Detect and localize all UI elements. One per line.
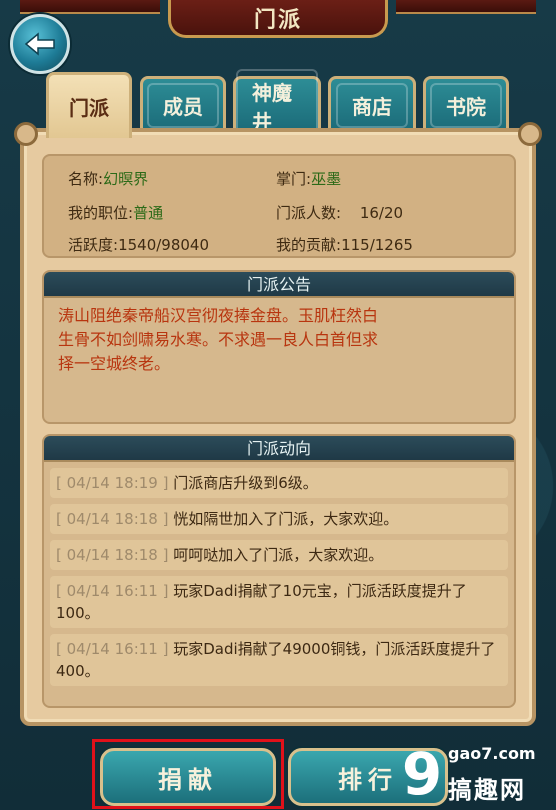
tab-label: 门派 xyxy=(69,96,109,120)
tab-label: 成员 xyxy=(147,83,219,128)
watermark-url: gao7.com xyxy=(448,744,536,763)
sect-name-label: 名称: xyxy=(68,170,104,188)
leader-row: 掌门:巫墨 xyxy=(276,168,341,189)
tab-demon-well[interactable]: 神魔井 xyxy=(233,68,321,143)
feed-item: [ 04/14 18:18 ] 呵呵哒加入了门派，大家欢迎。 xyxy=(50,540,508,570)
tab-label: 书院 xyxy=(430,83,502,128)
position-row: 我的职位:普通 xyxy=(68,202,163,223)
contribution-row: 我的贡献:115/1265 xyxy=(276,234,413,255)
tab-members[interactable]: 成员 xyxy=(140,76,226,132)
feed-item: [ 04/14 16:11 ] 玩家Dadi捐献了10元宝，门派活跃度提升了10… xyxy=(50,576,508,628)
contribution-label: 我的贡献: xyxy=(276,236,342,254)
watermark-logo-icon: 9 xyxy=(401,740,443,808)
banner-wing-left xyxy=(20,0,160,14)
notice-line: 涛山阻绝秦帝船汉宫彻夜捧金盘。玉肌枉然白 xyxy=(58,306,379,325)
tab-sect[interactable]: 门派 xyxy=(46,72,132,138)
back-arrow-icon xyxy=(24,32,55,56)
feed-item: [ 04/14 18:19 ] 门派商店升级到6级。 xyxy=(50,468,508,498)
notice-title: 门派公告 xyxy=(44,272,514,298)
banner-wing-right xyxy=(396,0,536,14)
member-count-value: 16/20 xyxy=(359,204,404,222)
activity-label: 活跃度: xyxy=(68,236,119,254)
sect-info-box: 名称:幻暝界 掌门:巫墨 我的职位:普通 门派人数: 16/20 活跃度:154… xyxy=(42,154,516,258)
member-count-row: 门派人数: 16/20 xyxy=(276,202,403,223)
activity-value: 1540/98040 xyxy=(118,236,210,254)
position-label: 我的职位: xyxy=(68,204,134,222)
back-button[interactable] xyxy=(10,14,70,74)
leader-label: 掌门: xyxy=(276,170,312,188)
title-banner: 门派 xyxy=(168,0,388,38)
feed-title: 门派动向 xyxy=(44,436,514,462)
member-count-label: 门派人数: xyxy=(276,204,342,222)
page-title: 门派 xyxy=(253,7,302,33)
feed-item: [ 04/14 16:11 ] 玩家Dadi捐献了49000铜钱，门派活跃度提升… xyxy=(50,634,508,686)
ranking-label: 排行 xyxy=(338,765,398,794)
activity-row: 活跃度:1540/98040 xyxy=(68,234,209,255)
activity-feed-section: 门派动向 [ 04/14 18:19 ] 门派商店升级到6级。 [ 04/14 … xyxy=(42,434,516,708)
feed-time: [ 04/14 18:18 ] xyxy=(56,546,169,564)
notice-text: 涛山阻绝秦帝船汉宫彻夜捧金盘。玉肌枉然白 生骨不如剑啸易水寒。不求遇一良人白首但… xyxy=(44,298,514,382)
feed-text: 恍如隔世加入了门派，大家欢迎。 xyxy=(173,510,399,528)
sect-name-row: 名称:幻暝界 xyxy=(68,168,148,189)
notice-line: 择一空城终老。 xyxy=(58,354,171,373)
feed-time: [ 04/14 16:11 ] xyxy=(56,582,169,600)
feed-item: [ 04/14 18:18 ] 恍如隔世加入了门派，大家欢迎。 xyxy=(50,504,508,534)
tab-label: 商店 xyxy=(336,83,408,128)
notice-line: 生骨不如剑啸易水寒。不求遇一良人白首但求 xyxy=(58,330,379,349)
main-panel: 名称:幻暝界 掌门:巫墨 我的职位:普通 门派人数: 16/20 活跃度:154… xyxy=(14,122,542,726)
contribution-value: 115/1265 xyxy=(341,236,413,254)
leader-value: 巫墨 xyxy=(311,170,342,188)
feed-text: 门派商店升级到6级。 xyxy=(173,474,318,492)
feed-time: [ 04/14 16:11 ] xyxy=(56,640,169,658)
tab-shop[interactable]: 商店 xyxy=(328,76,416,132)
sect-name-value: 幻暝界 xyxy=(103,170,149,188)
position-value: 普通 xyxy=(133,204,164,222)
highlight-box xyxy=(92,739,284,809)
feed-time: [ 04/14 18:19 ] xyxy=(56,474,169,492)
site-watermark: 9 gao7.com 搞趣网 xyxy=(400,742,550,808)
notice-section: 门派公告 涛山阻绝秦帝船汉宫彻夜捧金盘。玉肌枉然白 生骨不如剑啸易水寒。不求遇一… xyxy=(42,270,516,424)
feed-time: [ 04/14 18:18 ] xyxy=(56,510,169,528)
feed-text: 呵呵哒加入了门派，大家欢迎。 xyxy=(173,546,384,564)
watermark-name: 搞趣网 xyxy=(448,776,526,804)
tab-academy[interactable]: 书院 xyxy=(423,76,509,132)
